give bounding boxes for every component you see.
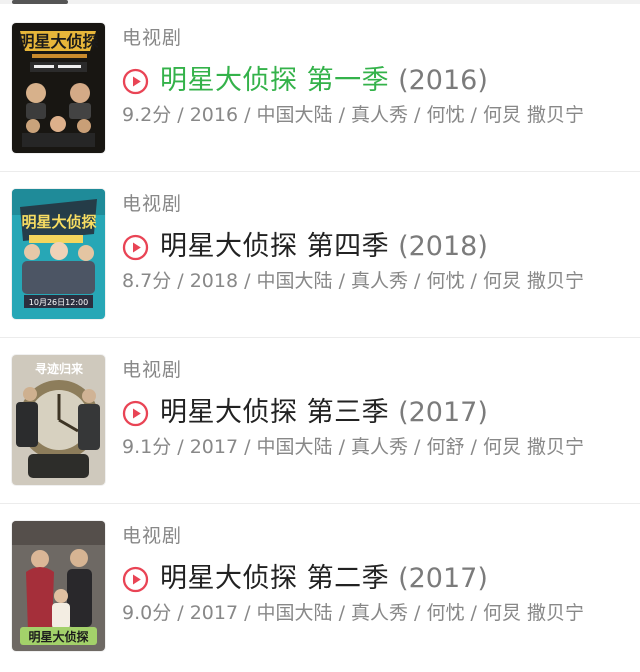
active-tab-indicator [12,0,68,4]
tv-search-results-page: 明星大侦探 电视剧 明星大侦探 第一季 (2016) 9.2分 / 2016 /… [0,0,640,672]
svg-text:明星大侦探: 明星大侦探 [18,32,98,51]
series-meta: 8.7分 / 2018 / 中国大陆 / 真人秀 / 何忱 / 何炅 撒贝宁 [122,270,585,292]
poster-season-2[interactable]: 明星大侦探 [12,521,105,651]
top-separator [0,0,640,4]
tv-series-item-season-1[interactable]: 明星大侦探 电视剧 明星大侦探 第一季 (2016) 9.2分 / 2016 /… [0,6,640,172]
season-3-poster-image: 寻迹归来 [12,355,105,485]
season-2-poster-image: 明星大侦探 [12,521,105,651]
title-row[interactable]: 明星大侦探 第二季 (2017) [122,562,488,596]
season-4-poster-image: 明星大侦探 10月26日12:00 [12,189,105,319]
play-icon[interactable] [122,566,149,593]
play-icon[interactable] [122,234,149,261]
series-title[interactable]: 明星大侦探 第二季 [160,562,389,596]
series-meta: 9.1分 / 2017 / 中国大陆 / 真人秀 / 何舒 / 何炅 撒贝宁 [122,436,585,458]
poster-season-1[interactable]: 明星大侦探 [12,23,105,153]
svg-text:明星大侦探: 明星大侦探 [21,213,96,231]
tv-series-item-season-4[interactable]: 明星大侦探 10月26日12:00 电视剧 明星大侦探 第四季 (2018) 8… [0,172,640,338]
category-label: 电视剧 [122,359,183,381]
poster-season-3[interactable]: 寻迹归来 [12,355,105,485]
title-row[interactable]: 明星大侦探 第四季 (2018) [122,230,488,264]
title-row[interactable]: 明星大侦探 第一季 (2016) [122,64,488,98]
category-label: 电视剧 [122,27,183,49]
svg-text:寻迹归来: 寻迹归来 [35,361,84,376]
series-meta: 9.2分 / 2016 / 中国大陆 / 真人秀 / 何忱 / 何炅 撒贝宁 [122,104,585,126]
category-label: 电视剧 [122,193,183,215]
tv-series-item-season-2[interactable]: 明星大侦探 电视剧 明星大侦探 第二季 (2017) 9.0分 / 2017 /… [0,504,640,670]
svg-text:10月26日12:00: 10月26日12:00 [29,298,88,307]
tv-series-result-list: 明星大侦探 电视剧 明星大侦探 第一季 (2016) 9.2分 / 2016 /… [0,6,640,670]
series-title[interactable]: 明星大侦探 第四季 [160,230,389,264]
title-row[interactable]: 明星大侦探 第三季 (2017) [122,396,488,430]
series-meta: 9.0分 / 2017 / 中国大陆 / 真人秀 / 何忱 / 何炅 撒贝宁 [122,602,585,624]
series-title[interactable]: 明星大侦探 第一季 [160,64,389,98]
series-year: (2016) [398,65,488,96]
poster-season-4[interactable]: 明星大侦探 10月26日12:00 [12,189,105,319]
play-icon[interactable] [122,68,149,95]
series-year: (2018) [398,231,488,262]
play-icon[interactable] [122,400,149,427]
category-label: 电视剧 [122,525,183,547]
svg-text:明星大侦探: 明星大侦探 [28,629,88,644]
series-year: (2017) [398,563,488,594]
series-title[interactable]: 明星大侦探 第三季 [160,396,389,430]
series-year: (2017) [398,397,488,428]
tv-series-item-season-3[interactable]: 寻迹归来 电视剧 明星大侦探 第三季 (2017) 9.1分 / 2017 / … [0,338,640,504]
season-1-poster-image: 明星大侦探 [12,23,105,153]
